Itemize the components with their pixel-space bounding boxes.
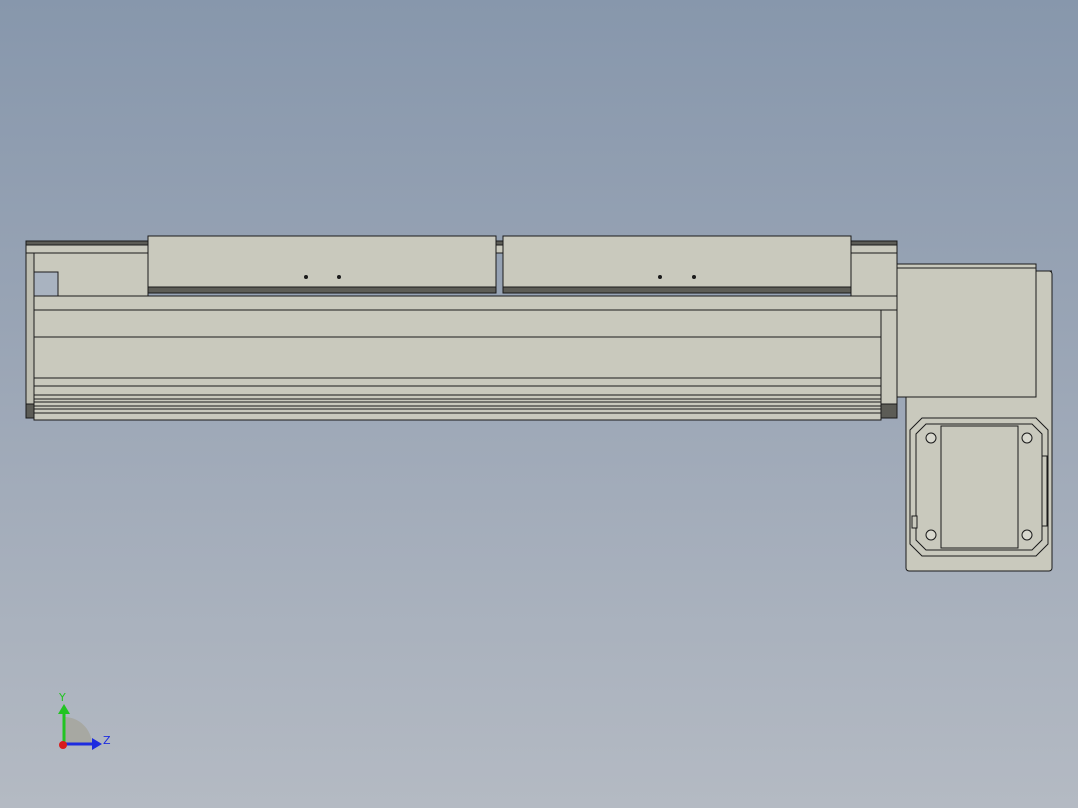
triad-plane-arc — [64, 717, 92, 744]
cad-viewport[interactable]: Y Z — [0, 0, 1078, 808]
z-axis-arrow — [92, 738, 102, 750]
z-axis-label: Z — [103, 734, 111, 747]
x-axis-dot — [59, 741, 67, 749]
orientation-triad: Y Z — [58, 691, 111, 750]
y-axis-label: Y — [58, 691, 66, 704]
y-axis-arrow — [58, 704, 70, 714]
